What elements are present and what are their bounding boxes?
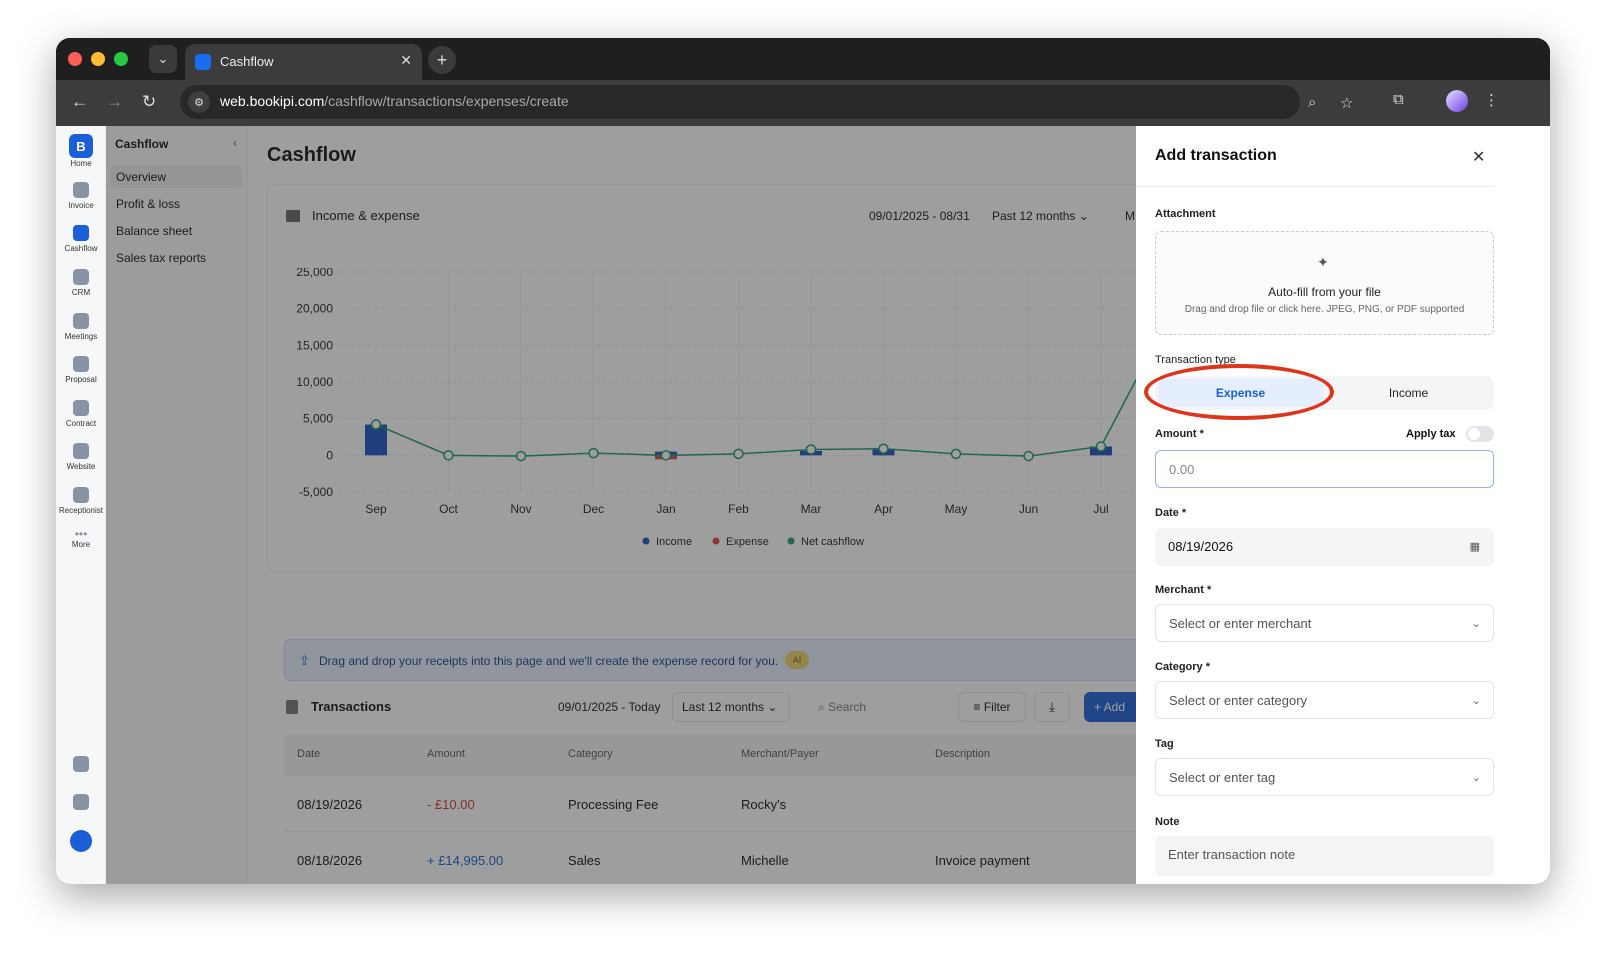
apply-tax-toggle[interactable] xyxy=(1466,426,1494,442)
meetings-icon xyxy=(73,313,89,329)
rail-item-more[interactable]: ••• More xyxy=(56,527,106,549)
rail-label: Meetings xyxy=(64,332,98,341)
tab-strip: ⌄ Cashflow ✕ + xyxy=(56,38,1550,80)
invoice-icon xyxy=(73,182,89,198)
tag-label: Tag xyxy=(1155,738,1174,750)
browser-tab[interactable]: Cashflow ✕ xyxy=(185,44,422,80)
profile-avatar[interactable] xyxy=(1446,90,1468,112)
rail-label: Website xyxy=(66,462,96,471)
calendar-icon[interactable]: ▦ xyxy=(1470,528,1480,566)
attachment-label: Attachment xyxy=(1155,208,1216,220)
bookmark-star-icon[interactable]: ☆ xyxy=(1340,94,1353,112)
category-placeholder: Select or enter category xyxy=(1169,693,1308,708)
rail-label: Receptionist xyxy=(58,506,104,515)
category-label: Category * xyxy=(1155,661,1211,673)
account-avatar-icon xyxy=(70,830,92,852)
rail-label: Proposal xyxy=(65,375,97,384)
dropzone-subtitle: Drag and drop file or click here. JPEG, … xyxy=(1184,304,1465,315)
rail-item-contract[interactable]: Contract xyxy=(56,400,106,428)
extensions-icon[interactable]: ⧉ xyxy=(1393,91,1404,108)
date-value: 08/19/2026 xyxy=(1168,539,1234,554)
sparkle-icon: ✦ xyxy=(1317,254,1329,270)
zoom-icon[interactable]: ⌕ xyxy=(1308,94,1316,111)
website-icon xyxy=(73,443,89,459)
forward-icon[interactable]: → xyxy=(106,92,123,112)
rail-item-website[interactable]: Website xyxy=(56,443,106,471)
rail-item-receptionist[interactable]: Receptionist xyxy=(56,487,106,515)
proposal-icon xyxy=(73,356,89,372)
account-avatar[interactable] xyxy=(56,830,106,855)
tab-search-chevron-icon[interactable]: ⌄ xyxy=(149,45,177,73)
page: B Home Invoice Cashflow CRM Meetings Pro… xyxy=(56,126,1550,884)
address-bar[interactable]: ⚙ web.bookipi.com/cashflow/transactions/… xyxy=(180,85,1353,119)
rail-label: Invoice xyxy=(68,201,94,210)
chevron-down-icon: ⌄ xyxy=(1471,772,1481,784)
reload-icon[interactable]: ↻ xyxy=(142,92,156,112)
url-text[interactable]: web.bookipi.com/cashflow/transactions/ex… xyxy=(220,93,569,109)
merchant-placeholder: Select or enter merchant xyxy=(1169,616,1312,631)
rail-label: Contract xyxy=(65,419,97,428)
bookipi-logo-icon[interactable]: B xyxy=(69,134,93,158)
apply-tax-label: Apply tax xyxy=(1406,428,1456,440)
merchant-label: Merchant * xyxy=(1155,584,1212,596)
contract-icon xyxy=(73,400,89,416)
gift-icon[interactable] xyxy=(56,756,106,775)
rail-item-invoice[interactable]: Invoice xyxy=(56,182,106,210)
new-tab-button[interactable]: + xyxy=(428,46,456,74)
url-host: web.bookipi.com xyxy=(220,93,325,109)
rail-item-home[interactable]: Home xyxy=(56,159,106,168)
rail-label: Home xyxy=(70,159,92,168)
crm-icon xyxy=(73,269,89,285)
minimize-window-icon[interactable] xyxy=(91,52,105,66)
back-icon[interactable]: ← xyxy=(71,92,88,112)
rail-item-crm[interactable]: CRM xyxy=(56,269,106,297)
rail-item-proposal[interactable]: Proposal xyxy=(56,356,106,384)
receptionist-icon xyxy=(73,487,89,503)
attachment-dropzone[interactable]: ✦ Auto-fill from your file Drag and drop… xyxy=(1155,231,1494,335)
date-field[interactable]: 08/19/2026 ▦ xyxy=(1155,528,1494,566)
site-settings-icon[interactable]: ⚙ xyxy=(188,91,210,113)
amount-label: Amount * xyxy=(1155,428,1204,440)
app-rail: B Home Invoice Cashflow CRM Meetings Pro… xyxy=(56,126,106,884)
tab-close-icon[interactable]: ✕ xyxy=(400,52,412,69)
amount-input[interactable]: 0.00 xyxy=(1155,450,1494,488)
bookipi-favicon-icon xyxy=(195,54,211,70)
cashflow-icon xyxy=(73,225,89,241)
menu-kebab-icon[interactable]: ⋮ xyxy=(1484,91,1499,109)
browser-toolbar: ← → ↻ ⚙ web.bookipi.com/cashflow/transac… xyxy=(56,80,1550,126)
modal-backdrop[interactable] xyxy=(106,126,1136,884)
divider xyxy=(1136,186,1494,187)
maximize-window-icon[interactable] xyxy=(114,52,128,66)
close-icon[interactable]: ✕ xyxy=(1472,147,1485,167)
merchant-select[interactable]: Select or enter merchant ⌄ xyxy=(1155,604,1494,642)
more-dots-icon: ••• xyxy=(74,527,88,541)
url-path: /cashflow/transactions/expenses/create xyxy=(324,93,569,109)
rail-label: Cashflow xyxy=(64,244,98,253)
browser-window: ⌄ Cashflow ✕ + ← → ↻ ⚙ web.bookipi.com/c… xyxy=(56,38,1550,884)
bell-shape xyxy=(73,794,89,810)
note-label: Note xyxy=(1155,816,1180,828)
rail-item-meetings[interactable]: Meetings xyxy=(56,313,106,341)
tab-title: Cashflow xyxy=(220,54,274,69)
tag-placeholder: Select or enter tag xyxy=(1169,770,1276,785)
category-select[interactable]: Select or enter category ⌄ xyxy=(1155,681,1494,719)
notifications-bell-icon[interactable] xyxy=(56,794,106,813)
chevron-down-icon: ⌄ xyxy=(1471,618,1481,630)
chevron-down-icon: ⌄ xyxy=(1471,695,1481,707)
close-window-icon[interactable] xyxy=(68,52,82,66)
drawer-title: Add transaction xyxy=(1155,147,1277,164)
add-transaction-drawer: Add transaction ✕ Attachment ✦ Auto-fill… xyxy=(1136,126,1494,884)
income-tab[interactable]: Income xyxy=(1326,379,1491,407)
gift-shape xyxy=(73,756,89,772)
dropzone-title: Auto-fill from your file xyxy=(1268,285,1381,299)
rail-label: CRM xyxy=(71,288,91,297)
rail-item-cashflow[interactable]: Cashflow xyxy=(56,225,106,253)
tag-select[interactable]: Select or enter tag ⌄ xyxy=(1155,758,1494,796)
note-input[interactable]: Enter transaction note xyxy=(1155,836,1494,876)
rail-label: More xyxy=(71,540,91,549)
date-label: Date * xyxy=(1155,507,1187,519)
highlight-annotation xyxy=(1144,364,1334,420)
